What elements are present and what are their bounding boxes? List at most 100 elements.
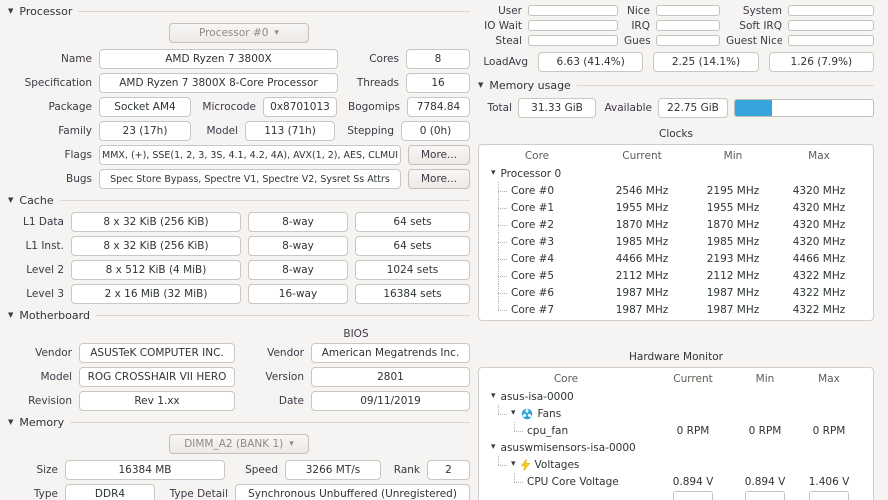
memory-usage-expander-icon[interactable]: ▼	[478, 81, 483, 89]
col-current[interactable]: Current	[589, 150, 695, 162]
clock-min: 1870 MHz	[706, 218, 760, 231]
cache-sets-field: 64 sets	[355, 212, 470, 232]
mb-revision-field: Rev 1.xx	[79, 391, 235, 411]
bogomips-label: Bogomips	[348, 101, 400, 113]
memory-expander-icon[interactable]: ▼	[8, 418, 13, 426]
col-core[interactable]: Core	[485, 150, 589, 162]
voltages-label: Voltages	[534, 458, 580, 471]
mem-type-detail-field: Synchronous Unbuffered (Unregistered)	[235, 484, 470, 500]
processor-expander-icon[interactable]: ▼	[8, 7, 13, 15]
sensor-current: 0.894 V	[672, 475, 714, 488]
flags-more-button[interactable]: More...	[408, 145, 470, 165]
clock-max: 4466 MHz	[792, 252, 846, 265]
clock-current: 4466 MHz	[615, 252, 669, 265]
clock-current: 2546 MHz	[615, 184, 669, 197]
clocks-title: Clocks	[659, 128, 693, 140]
core-name: Core #4	[511, 252, 555, 265]
clock-row-core2[interactable]: Core #2 1870 MHz 1870 MHz 4320 MHz	[485, 216, 867, 233]
clocks-panel: Core Current Min Max ▾ Processor 0 Core …	[478, 144, 874, 321]
hwmon-group-asuswmisensors[interactable]: ▾ asuswmisensors-isa-0000	[485, 439, 867, 456]
col-min[interactable]: Min	[695, 150, 771, 162]
fan-icon	[521, 408, 532, 419]
core-name: Core #0	[511, 184, 555, 197]
bios-label-row: BIOS	[8, 327, 470, 341]
processor-family-row: Family 23 (17h) Model 113 (71h) Stepping…	[8, 121, 470, 141]
guestnice-meter	[788, 35, 874, 46]
mem-size-label: Size	[36, 464, 58, 476]
steal-label: Steal	[495, 34, 522, 47]
mem-available-field: 22.75 GiB	[658, 98, 728, 118]
irq-label: IRQ	[631, 19, 650, 32]
tree-expander-icon[interactable]: ▾	[511, 409, 516, 418]
iowait-meter	[528, 20, 618, 31]
clock-max: 4320 MHz	[792, 201, 846, 214]
hwmon-cpufan-row[interactable]: cpu_fan 0 RPM 0 RPM 0 RPM	[485, 422, 867, 439]
cache-expander-icon[interactable]: ▼	[8, 196, 13, 204]
hwmon-group-asus-isa[interactable]: ▾ asus-isa-0000	[485, 388, 867, 405]
tree-expander-icon[interactable]: ▾	[491, 392, 496, 401]
tree-expander-icon[interactable]: ▾	[491, 169, 496, 178]
clock-row-core6[interactable]: Core #6 1987 MHz 1987 MHz 4322 MHz	[485, 284, 867, 301]
clock-row-core1[interactable]: Core #1 1955 MHz 1955 MHz 4320 MHz	[485, 199, 867, 216]
hwmon-voltages-row[interactable]: ▾ Voltages	[485, 456, 867, 473]
flags-label: Flags	[64, 149, 92, 161]
steal-meter	[528, 35, 618, 46]
cache-section-header: ▼ Cache	[8, 193, 470, 207]
motherboard-revision-row: Revision Rev 1.xx Date 09/11/2019	[8, 391, 470, 411]
sensor-current: 0 RPM	[676, 424, 710, 437]
clocks-root-row[interactable]: ▾ Processor 0	[485, 165, 867, 182]
col-min[interactable]: Min	[739, 373, 791, 385]
clock-row-core7[interactable]: Core #7 1987 MHz 1987 MHz 4322 MHz	[485, 301, 867, 318]
bios-vendor-label: Vendor	[267, 347, 304, 359]
processor-selector[interactable]: Processor #0 ▾	[169, 23, 309, 43]
cache-sets-field: 64 sets	[355, 236, 470, 256]
name-label: Name	[61, 53, 92, 65]
mem-type-field: DDR4	[65, 484, 155, 500]
partial-value-box	[673, 491, 713, 500]
col-core[interactable]: Core	[485, 373, 647, 385]
mem-type-label: Type	[33, 488, 58, 500]
cache-ways-field: 8-way	[248, 236, 348, 256]
memory-usage-bar-fill	[735, 100, 773, 116]
loadavg-row: LoadAvg 6.63 (41.4%) 2.25 (14.1%) 1.26 (…	[478, 52, 874, 72]
microcode-label: Microcode	[202, 101, 256, 113]
hwmon-partial-row	[485, 490, 867, 500]
cache-sets-field: 16384 sets	[355, 284, 470, 304]
guestnice-label: Guest Nice	[726, 34, 782, 47]
clock-row-core3[interactable]: Core #3 1985 MHz 1985 MHz 4320 MHz	[485, 233, 867, 250]
tree-expander-icon[interactable]: ▾	[491, 443, 496, 452]
dimm-selector[interactable]: DIMM_A2 (BANK 1) ▾	[169, 434, 309, 454]
core-name: Core #7	[511, 303, 555, 316]
hwmon-fans-row[interactable]: ▾ Fans	[485, 405, 867, 422]
mb-vendor-label: Vendor	[35, 347, 72, 359]
cache-sets-field: 1024 sets	[355, 260, 470, 280]
tree-expander-icon[interactable]: ▾	[511, 460, 516, 469]
clock-current: 1955 MHz	[615, 201, 669, 214]
memory-usage-row: Total 31.33 GiB Available 22.75 GiB	[478, 98, 874, 118]
clock-row-core5[interactable]: Core #5 2112 MHz 2112 MHz 4322 MHz	[485, 267, 867, 284]
bugs-label: Bugs	[66, 173, 92, 185]
softirq-label: Soft IRQ	[739, 19, 782, 32]
guest-meter	[656, 35, 720, 46]
clock-row-core4[interactable]: Core #4 4466 MHz 2193 MHz 4466 MHz	[485, 250, 867, 267]
motherboard-expander-icon[interactable]: ▼	[8, 311, 13, 319]
stepping-field: 0 (0h)	[401, 121, 470, 141]
name-field: AMD Ryzen 7 3800X	[99, 49, 338, 69]
cache-level-label: L1 Data	[23, 216, 64, 228]
cache-size-field: 8 x 32 KiB (256 KiB)	[71, 236, 241, 256]
col-current[interactable]: Current	[647, 373, 739, 385]
clock-min: 1985 MHz	[706, 235, 760, 248]
clock-row-core0[interactable]: Core #0 2546 MHz 2195 MHz 4320 MHz	[485, 182, 867, 199]
col-max[interactable]: Max	[771, 150, 867, 162]
memory-usage-section-header: ▼ Memory usage	[478, 78, 874, 92]
irq-meter	[656, 20, 720, 31]
clock-max: 4322 MHz	[792, 269, 846, 282]
cache-level-label: Level 2	[26, 264, 64, 276]
bios-version-field: 2801	[311, 367, 470, 387]
cache-level-label: Level 3	[26, 288, 64, 300]
family-label: Family	[58, 125, 92, 137]
hwmon-title: Hardware Monitor	[629, 351, 723, 363]
package-label: Package	[48, 101, 92, 113]
bugs-more-button[interactable]: More...	[408, 169, 470, 189]
col-max[interactable]: Max	[791, 373, 867, 385]
